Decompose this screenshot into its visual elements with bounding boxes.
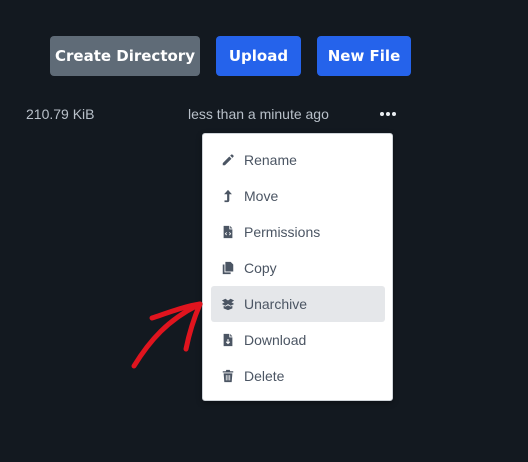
menu-item-download[interactable]: Download xyxy=(211,322,385,358)
menu-item-label: Move xyxy=(244,188,279,204)
trash-icon xyxy=(221,369,235,383)
menu-item-copy[interactable]: Copy xyxy=(211,250,385,286)
upload-button[interactable]: Upload xyxy=(216,36,301,76)
copy-icon xyxy=(221,261,235,275)
menu-item-permissions[interactable]: Permissions xyxy=(211,214,385,250)
menu-item-move[interactable]: Move xyxy=(211,178,385,214)
more-options-button[interactable] xyxy=(378,104,398,124)
menu-item-label: Download xyxy=(244,332,307,348)
menu-item-label: Unarchive xyxy=(244,296,308,312)
new-file-button[interactable]: New File xyxy=(317,36,411,76)
menu-item-label: Copy xyxy=(244,260,277,276)
more-dot-icon xyxy=(380,112,384,116)
create-directory-button[interactable]: Create Directory xyxy=(50,36,200,76)
pencil-icon xyxy=(221,153,235,167)
file-code-icon xyxy=(221,225,235,239)
menu-item-label: Delete xyxy=(244,368,285,384)
more-dot-icon xyxy=(386,112,390,116)
more-dot-icon xyxy=(392,112,396,116)
menu-item-rename[interactable]: Rename xyxy=(211,142,385,178)
menu-item-unarchive[interactable]: Unarchive xyxy=(211,286,385,322)
file-size: 210.79 KiB xyxy=(26,106,95,122)
file-context-menu: Rename Move Permissions Copy Unarchive D… xyxy=(202,133,393,401)
file-modified-time: less than a minute ago xyxy=(188,106,329,122)
file-download-icon xyxy=(221,333,235,347)
menu-item-label: Permissions xyxy=(244,224,321,240)
menu-item-label: Rename xyxy=(244,152,297,168)
file-manager-view: Create Directory Upload New File 210.79 … xyxy=(0,0,528,462)
menu-item-delete[interactable]: Delete xyxy=(211,358,385,394)
level-up-icon xyxy=(221,189,235,203)
box-open-icon xyxy=(221,297,235,311)
